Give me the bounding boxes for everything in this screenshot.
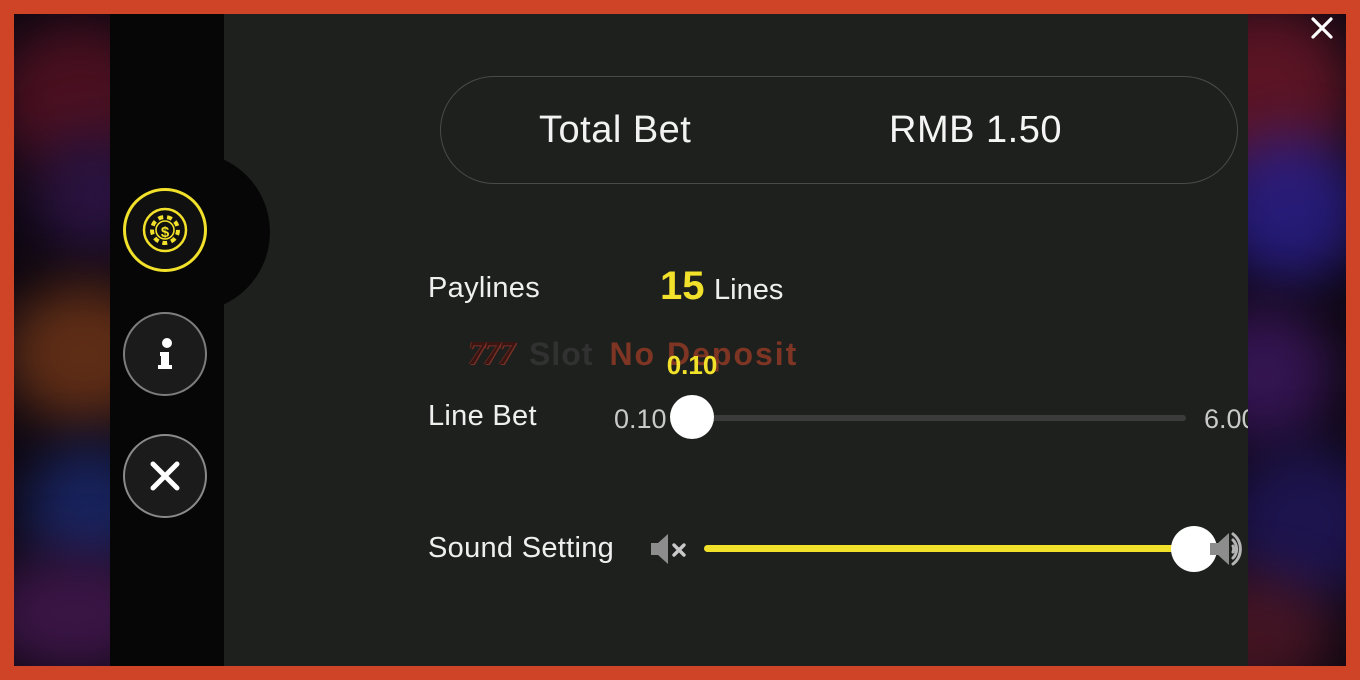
window-frame: 777 Slot No Deposit $ Total Bet RMB 1.50… — [0, 0, 1360, 680]
total-bet-label: Total Bet — [539, 108, 692, 151]
info-icon — [158, 338, 172, 369]
sidebar-item-close[interactable] — [123, 434, 207, 518]
close-icon — [150, 461, 180, 491]
sidebar-item-game-info[interactable] — [123, 312, 207, 396]
svg-text:$: $ — [161, 224, 170, 241]
sound-slider-fill — [704, 545, 1194, 552]
total-bet-value: RMB 1.50 — [889, 108, 1062, 151]
total-bet-display: Total Bet RMB 1.50 — [440, 76, 1238, 184]
close-window-button[interactable] — [1304, 10, 1340, 46]
speaker-on-icon[interactable] — [1208, 528, 1248, 570]
paylines-unit-label: Lines — [714, 274, 784, 306]
line-bet-slider-handle[interactable] — [670, 395, 714, 439]
paylines-row: Paylines 15 Lines — [224, 260, 1248, 320]
settings-panel: 777 Slot No Deposit $ Total Bet RMB 1.50… — [110, 14, 1248, 666]
paylines-label: Paylines — [428, 272, 541, 304]
sidebar-item-bet-settings[interactable]: $ — [123, 188, 207, 272]
line-bet-slider-track[interactable] — [692, 415, 1186, 421]
paylines-count: 15 — [660, 264, 705, 308]
speaker-mute-icon[interactable] — [648, 530, 690, 568]
settings-content: Total Bet RMB 1.50 Paylines 15 Lines Lin… — [224, 14, 1248, 666]
coin-chip-icon: $ — [142, 207, 188, 253]
line-bet-current-value: 0.10 — [666, 350, 718, 380]
close-icon — [1311, 17, 1333, 39]
line-bet-min-value: 0.10 — [614, 404, 667, 434]
sound-setting-label: Sound Setting — [428, 532, 615, 564]
sound-slider-track[interactable] — [704, 545, 1194, 552]
line-bet-label: Line Bet — [428, 400, 537, 432]
sound-setting-row: Sound Setting — [224, 514, 1248, 586]
line-bet-max-value: 6.00 — [1204, 404, 1248, 434]
line-bet-row: Line Bet 0.10 0.10 6.00 — [224, 350, 1248, 454]
